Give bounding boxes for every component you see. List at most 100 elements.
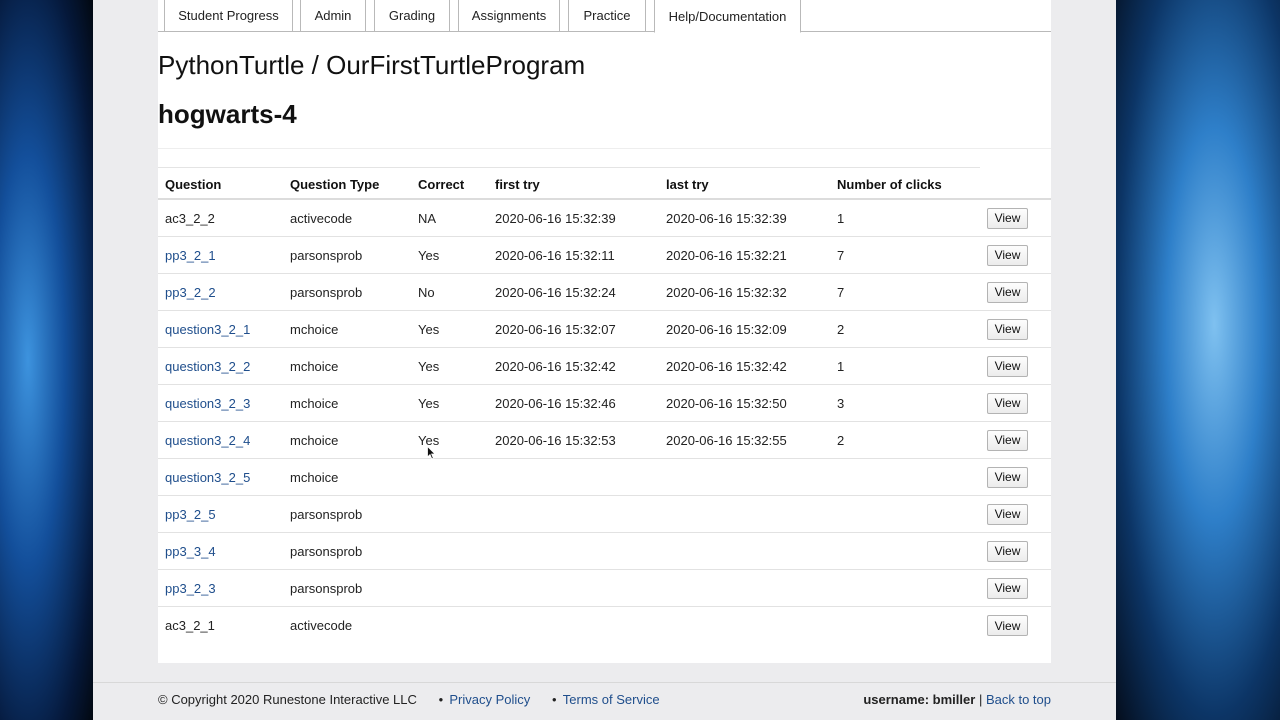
last-try-cell: 2020-06-16 15:32:32	[666, 274, 787, 310]
first-try-cell: 2020-06-16 15:32:53	[495, 422, 616, 458]
last-try-cell: 2020-06-16 15:32:39	[666, 210, 787, 226]
header-correct: Correct	[418, 176, 465, 192]
first-try-cell: 2020-06-16 15:32:42	[495, 348, 616, 384]
view-button[interactable]: View	[987, 318, 1028, 340]
view-cell: View	[987, 570, 1028, 606]
view-button[interactable]: View	[987, 355, 1028, 377]
question-link[interactable]: pp3_2_3	[165, 581, 216, 596]
view-button[interactable]: View	[987, 615, 1028, 636]
table-row: question3_2_1 mchoice Yes 2020-06-16 15:32:…	[158, 311, 1051, 348]
question-link[interactable]: question3_2_3	[165, 396, 250, 411]
question-type-cell: activecode	[290, 200, 352, 236]
back-to-top-link[interactable]: Back to top	[986, 692, 1051, 707]
clicks-cell: 7	[837, 284, 845, 300]
last-try-cell: 2020-06-16 15:32:32	[666, 284, 787, 300]
question-type-cell: activecode	[290, 618, 353, 633]
tab-practice[interactable]: Practice	[568, 0, 646, 32]
correct-cell: Yes	[418, 237, 439, 273]
clicks-cell: 3	[837, 385, 844, 421]
bullet-icon: ●	[551, 695, 557, 704]
clicks-cell: 2	[837, 321, 845, 337]
table-header: Question Question Type Correct first try…	[158, 168, 1051, 200]
question-type-cell: parsonsprob	[290, 543, 363, 559]
clicks-cell: 7	[837, 274, 844, 310]
question-link[interactable]: pp3_2_2	[165, 285, 216, 300]
background-left	[0, 0, 93, 720]
last-try-cell: 2020-06-16 15:32:50	[666, 395, 787, 411]
header-question-type: Question Type	[290, 176, 380, 192]
nav-tabs: Student Progress Admin Grading Assignmen…	[158, 0, 1051, 33]
question-cell: pp3_2_1	[165, 237, 216, 273]
question-type-cell: mchoice	[290, 469, 339, 485]
view-cell: View	[987, 607, 1028, 644]
view-button[interactable]: View	[987, 577, 1028, 599]
question-cell: question3_2_4	[165, 422, 250, 458]
question-cell: pp3_2_2	[165, 274, 216, 310]
view-cell: View	[987, 533, 1028, 569]
tab-student-progress[interactable]: Student Progress	[164, 0, 293, 32]
bullet-icon: ●	[438, 695, 444, 704]
view-cell: View	[987, 385, 1028, 421]
question-link[interactable]: question3_2_1	[165, 322, 250, 337]
view-cell: View	[987, 422, 1028, 458]
first-try-cell: 2020-06-16 15:32:39	[495, 200, 616, 236]
view-button[interactable]: View	[987, 429, 1028, 451]
question-name: ac3_2_2	[165, 210, 215, 226]
last-try-cell: 2020-06-16 15:32:42	[666, 358, 787, 374]
question-link[interactable]: question3_2_2	[165, 359, 250, 374]
tab-admin[interactable]: Admin	[300, 0, 366, 32]
view-button[interactable]: View	[987, 281, 1028, 303]
question-cell: question3_2_3	[165, 385, 250, 421]
terms-of-service-link[interactable]: Terms of Service	[563, 692, 660, 707]
clicks-cell: 1	[837, 200, 844, 236]
question-type-cell: parsonsprob	[290, 533, 362, 569]
tab-help-documentation[interactable]: Help/Documentation	[654, 0, 801, 33]
last-try-cell: 2020-06-16 15:32:42	[666, 348, 787, 384]
first-try-cell: 2020-06-16 15:32:11	[495, 247, 615, 263]
question-link[interactable]: question3_2_4	[165, 433, 250, 448]
last-try-cell: 2020-06-16 15:32:50	[666, 385, 787, 421]
view-cell: View	[987, 348, 1028, 384]
question-name: ac3_2_1	[165, 607, 215, 644]
tab-grading[interactable]: Grading	[374, 0, 450, 32]
first-try-cell: 2020-06-16 15:32:46	[495, 395, 616, 411]
view-button[interactable]: View	[987, 207, 1028, 229]
table-row: pp3_2_5 parsonsprob View	[158, 496, 1051, 533]
mouse-cursor-icon	[427, 446, 436, 460]
question-link[interactable]: question3_2_5	[165, 470, 250, 485]
view-button[interactable]: View	[987, 244, 1028, 266]
header-first-try: first try	[495, 176, 540, 192]
question-link[interactable]: pp3_2_5	[165, 507, 216, 522]
clicks-cell: 3	[837, 395, 845, 411]
table-row: question3_2_5 mchoice View	[158, 459, 1051, 496]
correct-cell: NA	[418, 210, 437, 226]
question-link[interactable]: pp3_2_1	[165, 248, 216, 263]
view-cell: View	[987, 237, 1028, 273]
first-try-cell: 2020-06-16 15:32:07	[495, 311, 616, 347]
correct-cell: No	[418, 274, 435, 310]
question-name: ac3_2_1	[165, 618, 215, 633]
view-button[interactable]: View	[987, 466, 1028, 488]
question-type-cell: parsonsprob	[290, 496, 362, 532]
privacy-policy-link[interactable]: Privacy Policy	[449, 692, 530, 707]
question-type-cell: mchoice	[290, 385, 338, 421]
table-row: question3_2_2 mchoice Yes 2020-06-16 15:32:…	[158, 348, 1051, 385]
first-try-cell: 2020-06-16 15:32:39	[495, 210, 616, 226]
first-try-cell: 2020-06-16 15:32:42	[495, 358, 616, 374]
view-button[interactable]: View	[987, 503, 1028, 525]
question-link[interactable]: pp3_3_4	[165, 544, 216, 559]
correct-cell: Yes	[418, 358, 440, 374]
question-type-cell: mchoice	[290, 358, 339, 374]
question-type-cell: activecode	[290, 210, 353, 226]
copyright-text: © Copyright 2020 Runestone Interactive L…	[158, 692, 417, 707]
correct-cell: Yes	[418, 385, 439, 421]
last-try-cell: 2020-06-16 15:32:21	[666, 247, 787, 263]
first-try-cell: 2020-06-16 15:32:46	[495, 385, 616, 421]
view-cell: View	[987, 496, 1028, 532]
question-type-cell: mchoice	[290, 422, 338, 458]
view-button[interactable]: View	[987, 392, 1028, 414]
question-type-cell: parsonsprob	[290, 506, 363, 522]
view-cell: View	[987, 274, 1028, 310]
tab-assignments[interactable]: Assignments	[458, 0, 560, 32]
view-button[interactable]: View	[987, 540, 1028, 562]
